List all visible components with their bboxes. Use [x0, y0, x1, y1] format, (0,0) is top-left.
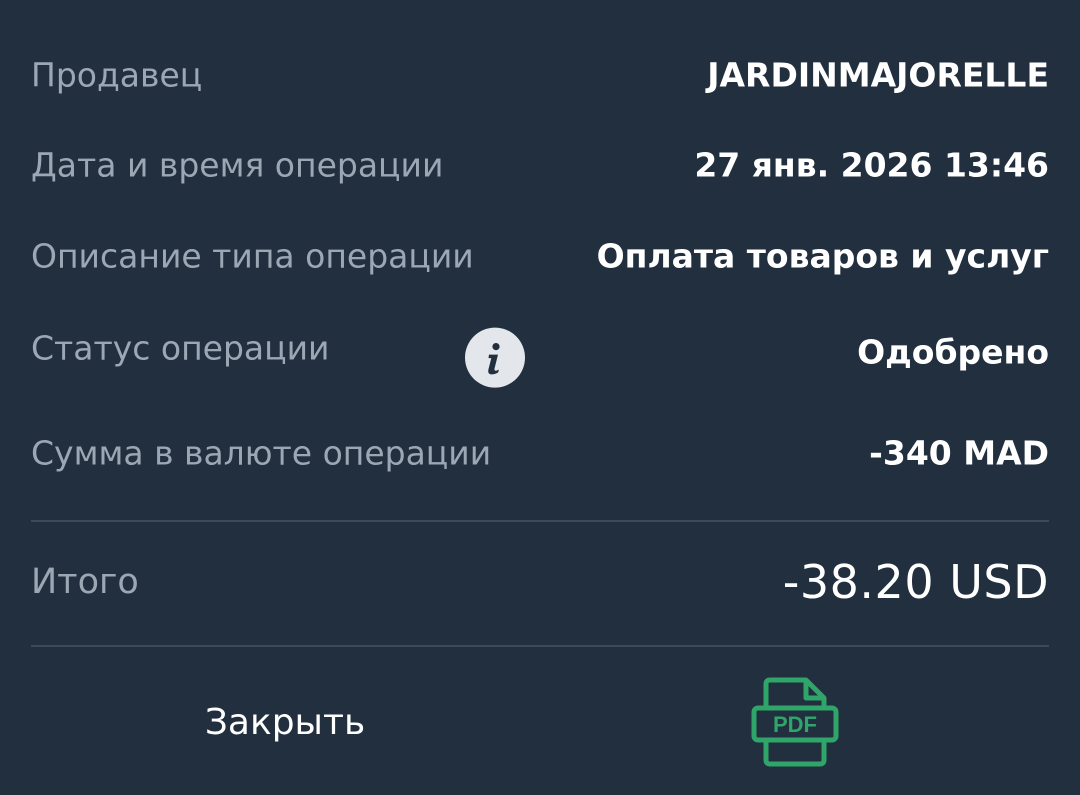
detail-row-amount: Сумма в валюте операции -340 MAD	[31, 423, 1049, 483]
divider-top	[31, 520, 1049, 522]
status-label: Статус операции	[31, 328, 330, 368]
detail-row-type: Описание типа операции Оплата товаров и …	[31, 226, 1049, 286]
pdf-file-icon: PDF	[751, 677, 839, 767]
info-icon[interactable]	[465, 327, 525, 388]
operation-type-value: Оплата товаров и услуг	[596, 236, 1049, 276]
total-label: Итого	[31, 562, 139, 602]
operation-type-label: Описание типа операции	[31, 236, 474, 276]
amount-label: Сумма в валюте операции	[31, 433, 492, 473]
total-value: -38.20 USD	[782, 555, 1049, 609]
datetime-value: 27 янв. 2026 13:46	[694, 145, 1049, 185]
detail-row-merchant: Продавец JARDINMAJORELLE	[31, 45, 1049, 105]
merchant-label: Продавец	[31, 55, 203, 95]
divider-bottom	[31, 645, 1049, 647]
total-row: Итого -38.20 USD	[31, 552, 1049, 612]
detail-row-datetime: Дата и время операции 27 янв. 2026 13:46	[31, 135, 1049, 195]
pdf-icon-text: PDF	[773, 712, 817, 737]
datetime-label: Дата и время операции	[31, 145, 444, 185]
status-value: Одобрено	[857, 332, 1049, 372]
merchant-value: JARDINMAJORELLE	[707, 55, 1049, 95]
amount-value: -340 MAD	[869, 433, 1049, 473]
detail-row-status: Статус операции Одобрено	[31, 318, 1049, 388]
close-button[interactable]: Закрыть	[150, 690, 420, 754]
pdf-download-button[interactable]: PDF	[746, 676, 842, 772]
